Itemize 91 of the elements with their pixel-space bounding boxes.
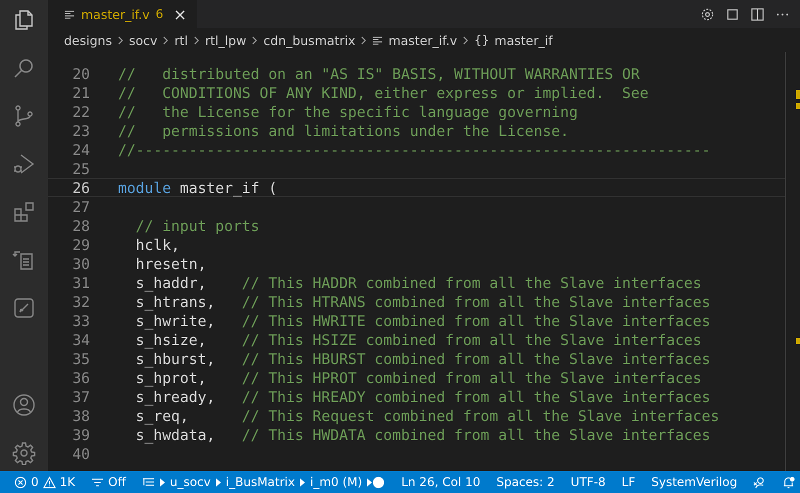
triangle-icon	[160, 478, 165, 486]
breadcrumb-item[interactable]: cdn_busmatrix	[263, 32, 356, 48]
line-ending[interactable]: LF	[622, 475, 636, 489]
line-number: 23	[71, 122, 91, 139]
line-number: 27	[71, 198, 91, 215]
warning-icon	[42, 476, 56, 488]
breadcrumb-item[interactable]: master_if	[494, 32, 553, 48]
code-line: hresetn,	[134, 255, 206, 272]
encoding[interactable]: UTF-8	[570, 475, 606, 489]
chevron-icon	[192, 34, 200, 46]
warning-count: 1K	[60, 475, 76, 489]
line-number: 39	[71, 426, 91, 443]
notebook-pen-icon[interactable]	[12, 296, 36, 320]
line-number: 25	[71, 160, 91, 177]
code-line: // input ports	[134, 217, 260, 234]
file-lines-icon	[64, 8, 75, 20]
language-mode[interactable]: SystemVerilog	[651, 475, 738, 489]
line-number: 26	[71, 179, 91, 196]
line-number: 36	[71, 369, 91, 386]
close-icon[interactable]: ×	[173, 4, 187, 24]
code-line: //-----------------------------------------------------------------	[118, 141, 710, 158]
square-icon[interactable]	[725, 6, 740, 22]
code-line: s_hburst, // This HBURST combined from all the Slave interfaces	[134, 350, 710, 367]
problems-status[interactable]: 0 1K	[14, 475, 76, 489]
chevron-icon	[360, 34, 368, 46]
cursor-position[interactable]: Ln 26, Col 10	[401, 475, 480, 489]
code-line: s_htrans, // This HTRANS combined from all the Slave interfaces	[134, 293, 710, 310]
chevron-icon	[251, 34, 258, 46]
breadcrumb-item[interactable]: designs	[64, 32, 112, 48]
error-icon	[14, 476, 27, 488]
chevron-icon	[462, 34, 470, 46]
breadcrumb-item[interactable]: rtl	[174, 32, 188, 48]
line-number: 34	[71, 331, 91, 348]
settings-icon[interactable]	[12, 441, 36, 465]
line-number: 32	[71, 293, 91, 310]
line-number: 37	[71, 388, 91, 405]
breadcrumb-item[interactable]: master_if.v	[388, 32, 458, 48]
account-icon[interactable]	[12, 393, 36, 417]
filter-value: Off	[108, 475, 126, 489]
triangle-icon	[300, 478, 305, 486]
triangle-icon	[367, 478, 372, 486]
problem-count: 6	[156, 7, 164, 21]
code-line: s_hsize, // This HSIZE combined from all the Slave interfaces	[134, 331, 702, 348]
code-line: s_hprot, // This HPROT combined from all the Slave interfaces	[134, 369, 702, 386]
line-number: 40	[71, 445, 91, 462]
breadcrumb-item[interactable]: socv	[128, 32, 158, 48]
gear-icon[interactable]	[700, 6, 715, 22]
triangle-icon	[216, 478, 221, 486]
hierarchy-item[interactable]: u_socv	[170, 475, 211, 489]
breadcrumb-item[interactable]: rtl_lpw	[204, 32, 246, 48]
ruler-mark	[796, 338, 800, 344]
line-number: 33	[71, 312, 91, 329]
indentation[interactable]: Spaces: 2	[496, 475, 555, 489]
tab-title: master_if.v	[81, 6, 150, 22]
line-number: 31	[71, 274, 91, 291]
split-editor-icon[interactable]	[750, 6, 765, 22]
filter-icon	[91, 476, 104, 488]
code-line: s_hready, // This HREADY combined from all the Slave interfaces	[134, 388, 710, 405]
run-debug-icon[interactable]	[12, 152, 36, 176]
code-line: // distributed on an "AS IS" BASIS, WITHOUT WARRANTIES OR	[118, 65, 640, 82]
code-line: // CONDITIONS OF ANY KIND, either express or implied. See	[118, 84, 649, 101]
line-number: 24	[71, 141, 91, 158]
feedback-icon[interactable]	[753, 476, 766, 488]
code-line: module master_if (	[118, 179, 278, 196]
line-number: 29	[71, 236, 91, 253]
filter-status[interactable]: Off	[91, 475, 126, 489]
chevron-icon	[162, 34, 170, 46]
editor-tab[interactable]: master_if.v 6 ×	[48, 0, 197, 28]
extensions-icon[interactable]	[12, 200, 36, 224]
bell-icon[interactable]	[782, 476, 796, 488]
line-number: 30	[71, 255, 91, 272]
code-line: // the License for the specific language governing	[118, 103, 578, 120]
line-number: 20	[71, 65, 91, 82]
file-lines-icon	[372, 34, 384, 46]
code-line: s_req, // This Request combined from all the Slave interfaces	[134, 407, 720, 424]
line-number: 21	[71, 84, 91, 101]
code-line: hclk,	[134, 236, 180, 253]
code-line: s_hwdata, // This HWDATA combined from all the Slave interfaces	[134, 426, 710, 443]
hierarchy-item[interactable]: i_m0 (M)	[310, 475, 362, 489]
error-count: 0	[31, 475, 39, 489]
hierarchy-item[interactable]: i_BusMatrix	[226, 475, 295, 489]
outline-icon	[142, 476, 155, 488]
line-number: 22	[71, 103, 91, 120]
line-number: 28	[71, 217, 91, 234]
symbol-icon: {}	[474, 33, 490, 47]
chevron-icon	[116, 34, 124, 46]
code-line: s_haddr, // This HADDR combined from all the Slave interfaces	[134, 274, 702, 291]
line-number: 35	[71, 350, 91, 367]
code-line: s_hwrite, // This HWRITE combined from all the Slave interfaces	[134, 312, 710, 329]
line-number: 38	[71, 407, 91, 424]
code-line: // permissions and limitations under the License.	[118, 122, 569, 139]
